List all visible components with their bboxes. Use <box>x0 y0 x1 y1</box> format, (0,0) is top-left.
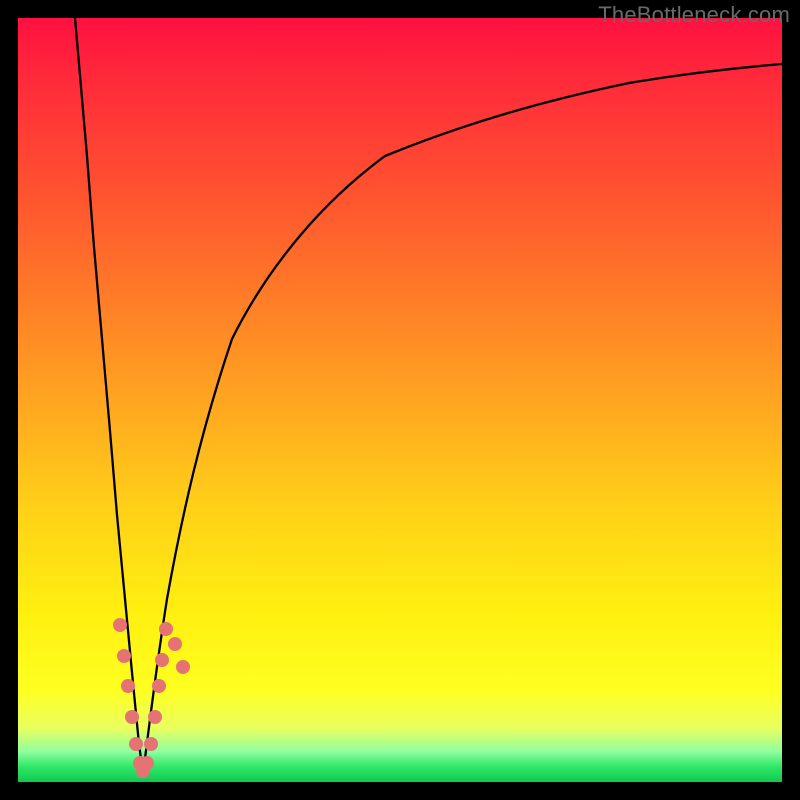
plot-area <box>18 18 782 782</box>
left-branch-curve <box>75 18 143 774</box>
chart-frame: TheBottleneck.com <box>0 0 800 800</box>
right-branch-curve <box>143 64 782 774</box>
watermark-text: TheBottleneck.com <box>598 2 790 28</box>
curve-layer <box>18 18 782 782</box>
marker-dots <box>113 618 190 778</box>
